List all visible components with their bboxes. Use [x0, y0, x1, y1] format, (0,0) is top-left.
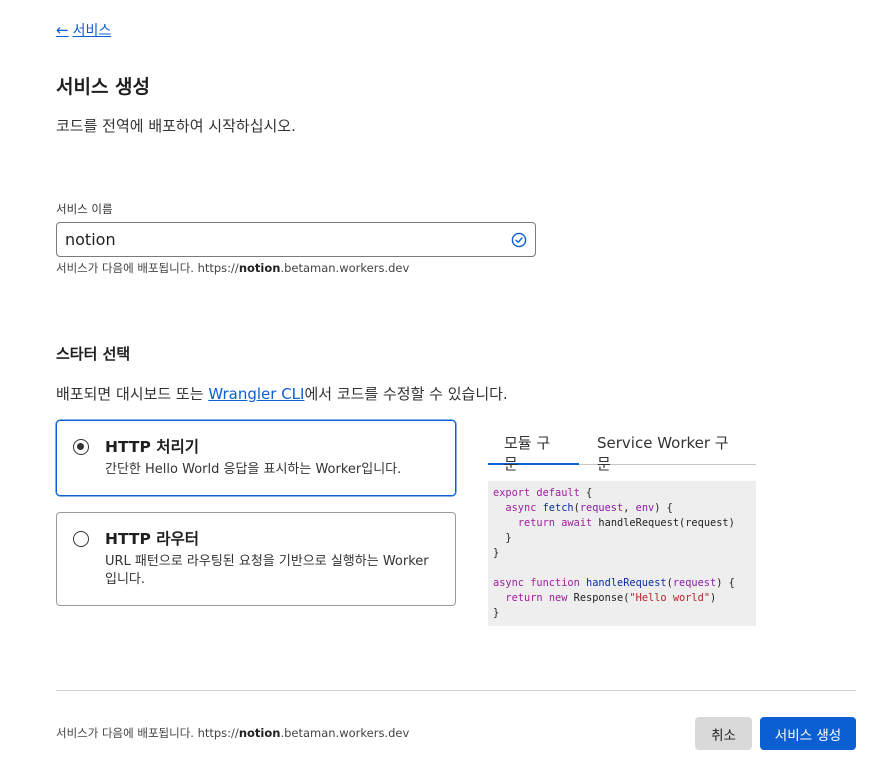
deploy-url-hint: 서비스가 다음에 배포됩니다. https://notion.betaman.w… [56, 260, 409, 276]
starter-option-http-router[interactable]: HTTP 라우터 URL 패턴으로 라우팅된 요청을 기반으로 실행하는 Wor… [56, 512, 456, 606]
cancel-button[interactable]: 취소 [695, 717, 752, 750]
starter-option-http-handler[interactable]: HTTP 처리기 간단한 Hello World 응답을 표시하는 Worker… [56, 420, 456, 496]
service-name-input[interactable] [65, 230, 511, 249]
code-block: export default { async fetch(request, en… [493, 487, 735, 619]
hint-suffix: .betaman.workers.dev [280, 261, 410, 275]
starter-option-description: 간단한 Hello World 응답을 표시하는 Worker입니다. [105, 462, 402, 477]
radio-unselected[interactable] [73, 531, 89, 547]
tab-service-worker-syntax[interactable]: Service Worker 구문 [579, 426, 756, 473]
arrow-left-icon: ← [56, 21, 69, 39]
starter-section-title: 스타터 선택 [56, 345, 131, 363]
service-name-label: 서비스 이름 [56, 202, 113, 216]
tab-module-syntax[interactable]: 모듈 구문 [488, 426, 579, 473]
starter-desc-suffix: 에서 코드를 수정할 수 있습니다. [304, 385, 508, 403]
back-link-label: 서비스 [72, 23, 112, 39]
code-syntax-tabs: 모듈 구문 Service Worker 구문 [488, 426, 756, 473]
radio-selected[interactable] [73, 439, 89, 455]
footer-deploy-url-hint: 서비스가 다음에 배포됩니다. https://notion.betaman.w… [56, 725, 409, 741]
starter-description: 배포되면 대시보드 또는 Wrangler CLI에서 코드를 수정할 수 있습… [56, 383, 508, 404]
starter-option-title: HTTP 라우터 [105, 530, 200, 548]
radio-dot-icon [77, 443, 84, 450]
page-subtitle: 코드를 전역에 배포하여 시작하십시오. [56, 117, 296, 135]
service-name-field[interactable] [56, 222, 536, 257]
hint-prefix: 서비스가 다음에 배포됩니다. https:// [56, 261, 239, 275]
footer-hint-prefix: 서비스가 다음에 배포됩니다. https:// [56, 726, 239, 740]
check-circle-icon [511, 232, 527, 247]
wrangler-cli-link[interactable]: Wrangler CLI [208, 385, 304, 403]
create-service-button[interactable]: 서비스 생성 [760, 717, 856, 750]
starter-desc-prefix: 배포되면 대시보드 또는 [56, 385, 209, 403]
footer-hint-suffix: .betaman.workers.dev [280, 726, 410, 740]
hint-service-name: notion [238, 261, 281, 275]
footer-divider [56, 690, 856, 691]
footer-hint-service-name: notion [238, 726, 281, 740]
back-to-services-link[interactable]: ← 서비스 [56, 20, 111, 40]
starter-option-description: URL 패턴으로 라우팅된 요청을 기반으로 실행하는 Worker 입니다. [105, 554, 429, 587]
starter-option-title: HTTP 처리기 [105, 438, 200, 456]
page-title: 서비스 생성 [56, 76, 151, 98]
code-preview: export default { async fetch(request, en… [488, 481, 756, 626]
